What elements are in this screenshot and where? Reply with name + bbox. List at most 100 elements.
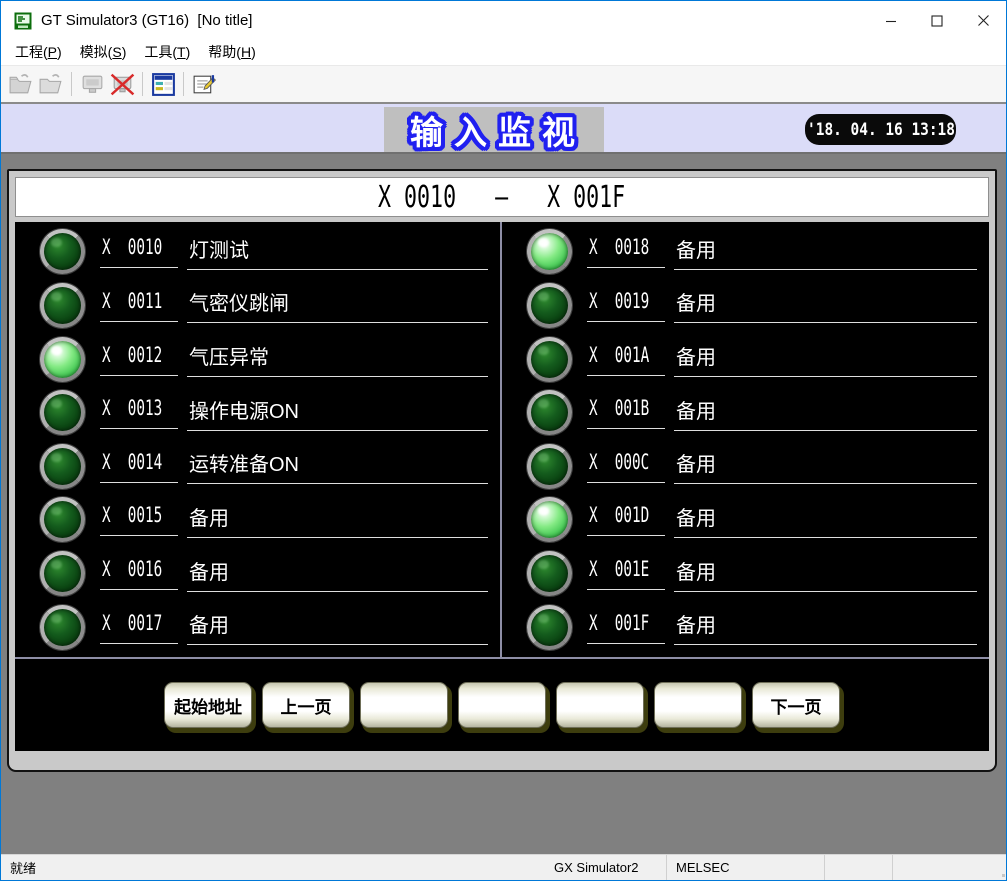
menu-item-h[interactable]: 帮助(H): [199, 40, 264, 66]
minimize-button[interactable]: [868, 1, 914, 40]
hmi-header-strip: 输入监视 '18. 04. 16 13:18: [1, 102, 1006, 154]
app-window: GT Simulator3 (GT16) [No title] 工程(P)模拟(…: [0, 0, 1007, 881]
hmi-function-key-5[interactable]: [556, 682, 644, 728]
option-icon[interactable]: [189, 69, 219, 99]
device-address: X 001F: [587, 611, 665, 644]
device-label: 运转准备ON: [187, 448, 488, 484]
device-label: 操作电源ON: [187, 395, 488, 431]
lamp-indicator-icon: [40, 444, 85, 489]
toolbar-separator: [183, 72, 184, 96]
menu-item-t[interactable]: 工具(T): [135, 40, 199, 66]
device-label: 备用: [674, 448, 977, 484]
device-address: X 001A: [587, 343, 665, 376]
status-simulator: GX Simulator2: [548, 855, 666, 880]
hmi-title-box: 输入监视: [384, 107, 604, 152]
hmi-screen: 输入监视 '18. 04. 16 13:18 X 0010 – X 001F X…: [1, 102, 1006, 854]
device-label: 备用: [674, 556, 977, 592]
address-range-header: X 0010 – X 001F: [15, 177, 989, 217]
hmi-function-key-4[interactable]: [458, 682, 546, 728]
device-address: X 0014: [100, 450, 178, 483]
device-label: 备用: [674, 341, 977, 377]
device-label: 气压异常: [187, 341, 488, 377]
lamp-row: X 0017 备用: [15, 602, 500, 652]
lamp-row: X 0012 气压异常: [15, 334, 500, 384]
lamp-row: X 0015 备用: [15, 495, 500, 545]
lamp-indicator-icon: [527, 551, 572, 596]
lamp-row: X 001D 备用: [502, 495, 989, 545]
device-address: X 0019: [587, 289, 665, 322]
hmi-function-key-3[interactable]: [360, 682, 448, 728]
hmi-function-key-2[interactable]: 上一页: [262, 682, 350, 728]
lamp-column-left: X 0010 灯测试 X 0011 气密仪跳闸 X 0012 气压异常 X 00…: [15, 222, 502, 657]
close-button[interactable]: [960, 1, 1006, 40]
toolbar-separator: [71, 72, 72, 96]
maximize-button[interactable]: [914, 1, 960, 40]
status-empty-2: [892, 855, 1006, 880]
lamp-row: X 0018 备用: [502, 227, 989, 277]
hmi-function-key-1[interactable]: 起始地址: [164, 682, 252, 728]
device-address: X 000C: [587, 450, 665, 483]
device-address: X 001D: [587, 503, 665, 536]
device-label: 气密仪跳闸: [187, 287, 488, 323]
device-label: 灯测试: [187, 234, 488, 270]
app-icon: [14, 12, 32, 30]
lamp-indicator-icon: [527, 444, 572, 489]
lamp-row: X 0014 运转准备ON: [15, 441, 500, 491]
lamp-indicator-icon: [527, 337, 572, 382]
lamp-indicator-icon: [40, 497, 85, 542]
open-project-icon[interactable]: [6, 69, 36, 99]
device-label: 备用: [674, 609, 977, 645]
device-label: 备用: [674, 287, 977, 323]
device-label: 备用: [187, 556, 488, 592]
device-address: X 0012: [100, 343, 178, 376]
menu-item-p[interactable]: 工程(P): [6, 40, 71, 66]
menu-item-s[interactable]: 模拟(S): [71, 40, 136, 66]
resize-grip-icon[interactable]: [1001, 875, 1002, 876]
device-address: X 0018: [587, 235, 665, 268]
window-title: GT Simulator3 (GT16) [No title]: [41, 12, 252, 29]
lamp-row: X 0016 备用: [15, 549, 500, 599]
lamp-indicator-icon: [40, 390, 85, 435]
status-empty-1: [824, 855, 892, 880]
lamp-row: X 000C 备用: [502, 441, 989, 491]
datetime-display: '18. 04. 16 13:18: [805, 114, 956, 145]
start-monitor-icon[interactable]: [77, 69, 107, 99]
lamp-indicator-icon: [527, 390, 572, 435]
lamp-indicator-icon: [40, 229, 85, 274]
device-address: X 001E: [587, 557, 665, 590]
device-address: X 001B: [587, 396, 665, 429]
lamp-row: X 001F 备用: [502, 602, 989, 652]
lamp-column-right: X 0018 备用 X 0019 备用 X 001A 备用 X 001B 备用 …: [502, 222, 989, 657]
open-folder-icon[interactable]: [36, 69, 66, 99]
device-address: X 0011: [100, 289, 178, 322]
lamp-row: X 001E 备用: [502, 549, 989, 599]
device-label: 备用: [674, 234, 977, 270]
hmi-function-key-6[interactable]: [654, 682, 742, 728]
monitor-panel: X 0010 – X 001F X 0010 灯测试 X 0011 气密仪跳闸 …: [7, 169, 997, 772]
lamp-indicator-icon: [40, 283, 85, 328]
lamp-row: X 0013 操作电源ON: [15, 388, 500, 438]
screen-title: 输入监视: [402, 106, 586, 154]
lamp-row: X 001A 备用: [502, 334, 989, 384]
hmi-function-key-7[interactable]: 下一页: [752, 682, 840, 728]
lamp-indicator-icon: [40, 551, 85, 596]
lamp-row: X 0019 备用: [502, 280, 989, 330]
lamp-indicator-icon: [527, 229, 572, 274]
status-text: 就绪: [1, 858, 548, 877]
device-label: 备用: [187, 502, 488, 538]
device-address: X 0016: [100, 557, 178, 590]
toolbar: [1, 65, 1006, 102]
toolbar-separator: [142, 72, 143, 96]
window-controls: [868, 1, 1006, 40]
menu-bar: 工程(P)模拟(S)工具(T)帮助(H): [1, 40, 1006, 65]
monitor-body: X 0010 灯测试 X 0011 气密仪跳闸 X 0012 气压异常 X 00…: [15, 222, 989, 751]
device-monitor-icon[interactable]: [148, 69, 178, 99]
lamp-row: X 0010 灯测试: [15, 227, 500, 277]
status-plc-type: MELSEC: [666, 855, 824, 880]
lamp-indicator-icon: [527, 283, 572, 328]
lamp-row: X 0011 气密仪跳闸: [15, 280, 500, 330]
status-bar: 就绪 GX Simulator2 MELSEC: [1, 854, 1006, 880]
function-key-row: 起始地址上一页 下一页: [15, 657, 989, 751]
device-address: X 0017: [100, 611, 178, 644]
stop-monitor-icon[interactable]: [107, 69, 137, 99]
